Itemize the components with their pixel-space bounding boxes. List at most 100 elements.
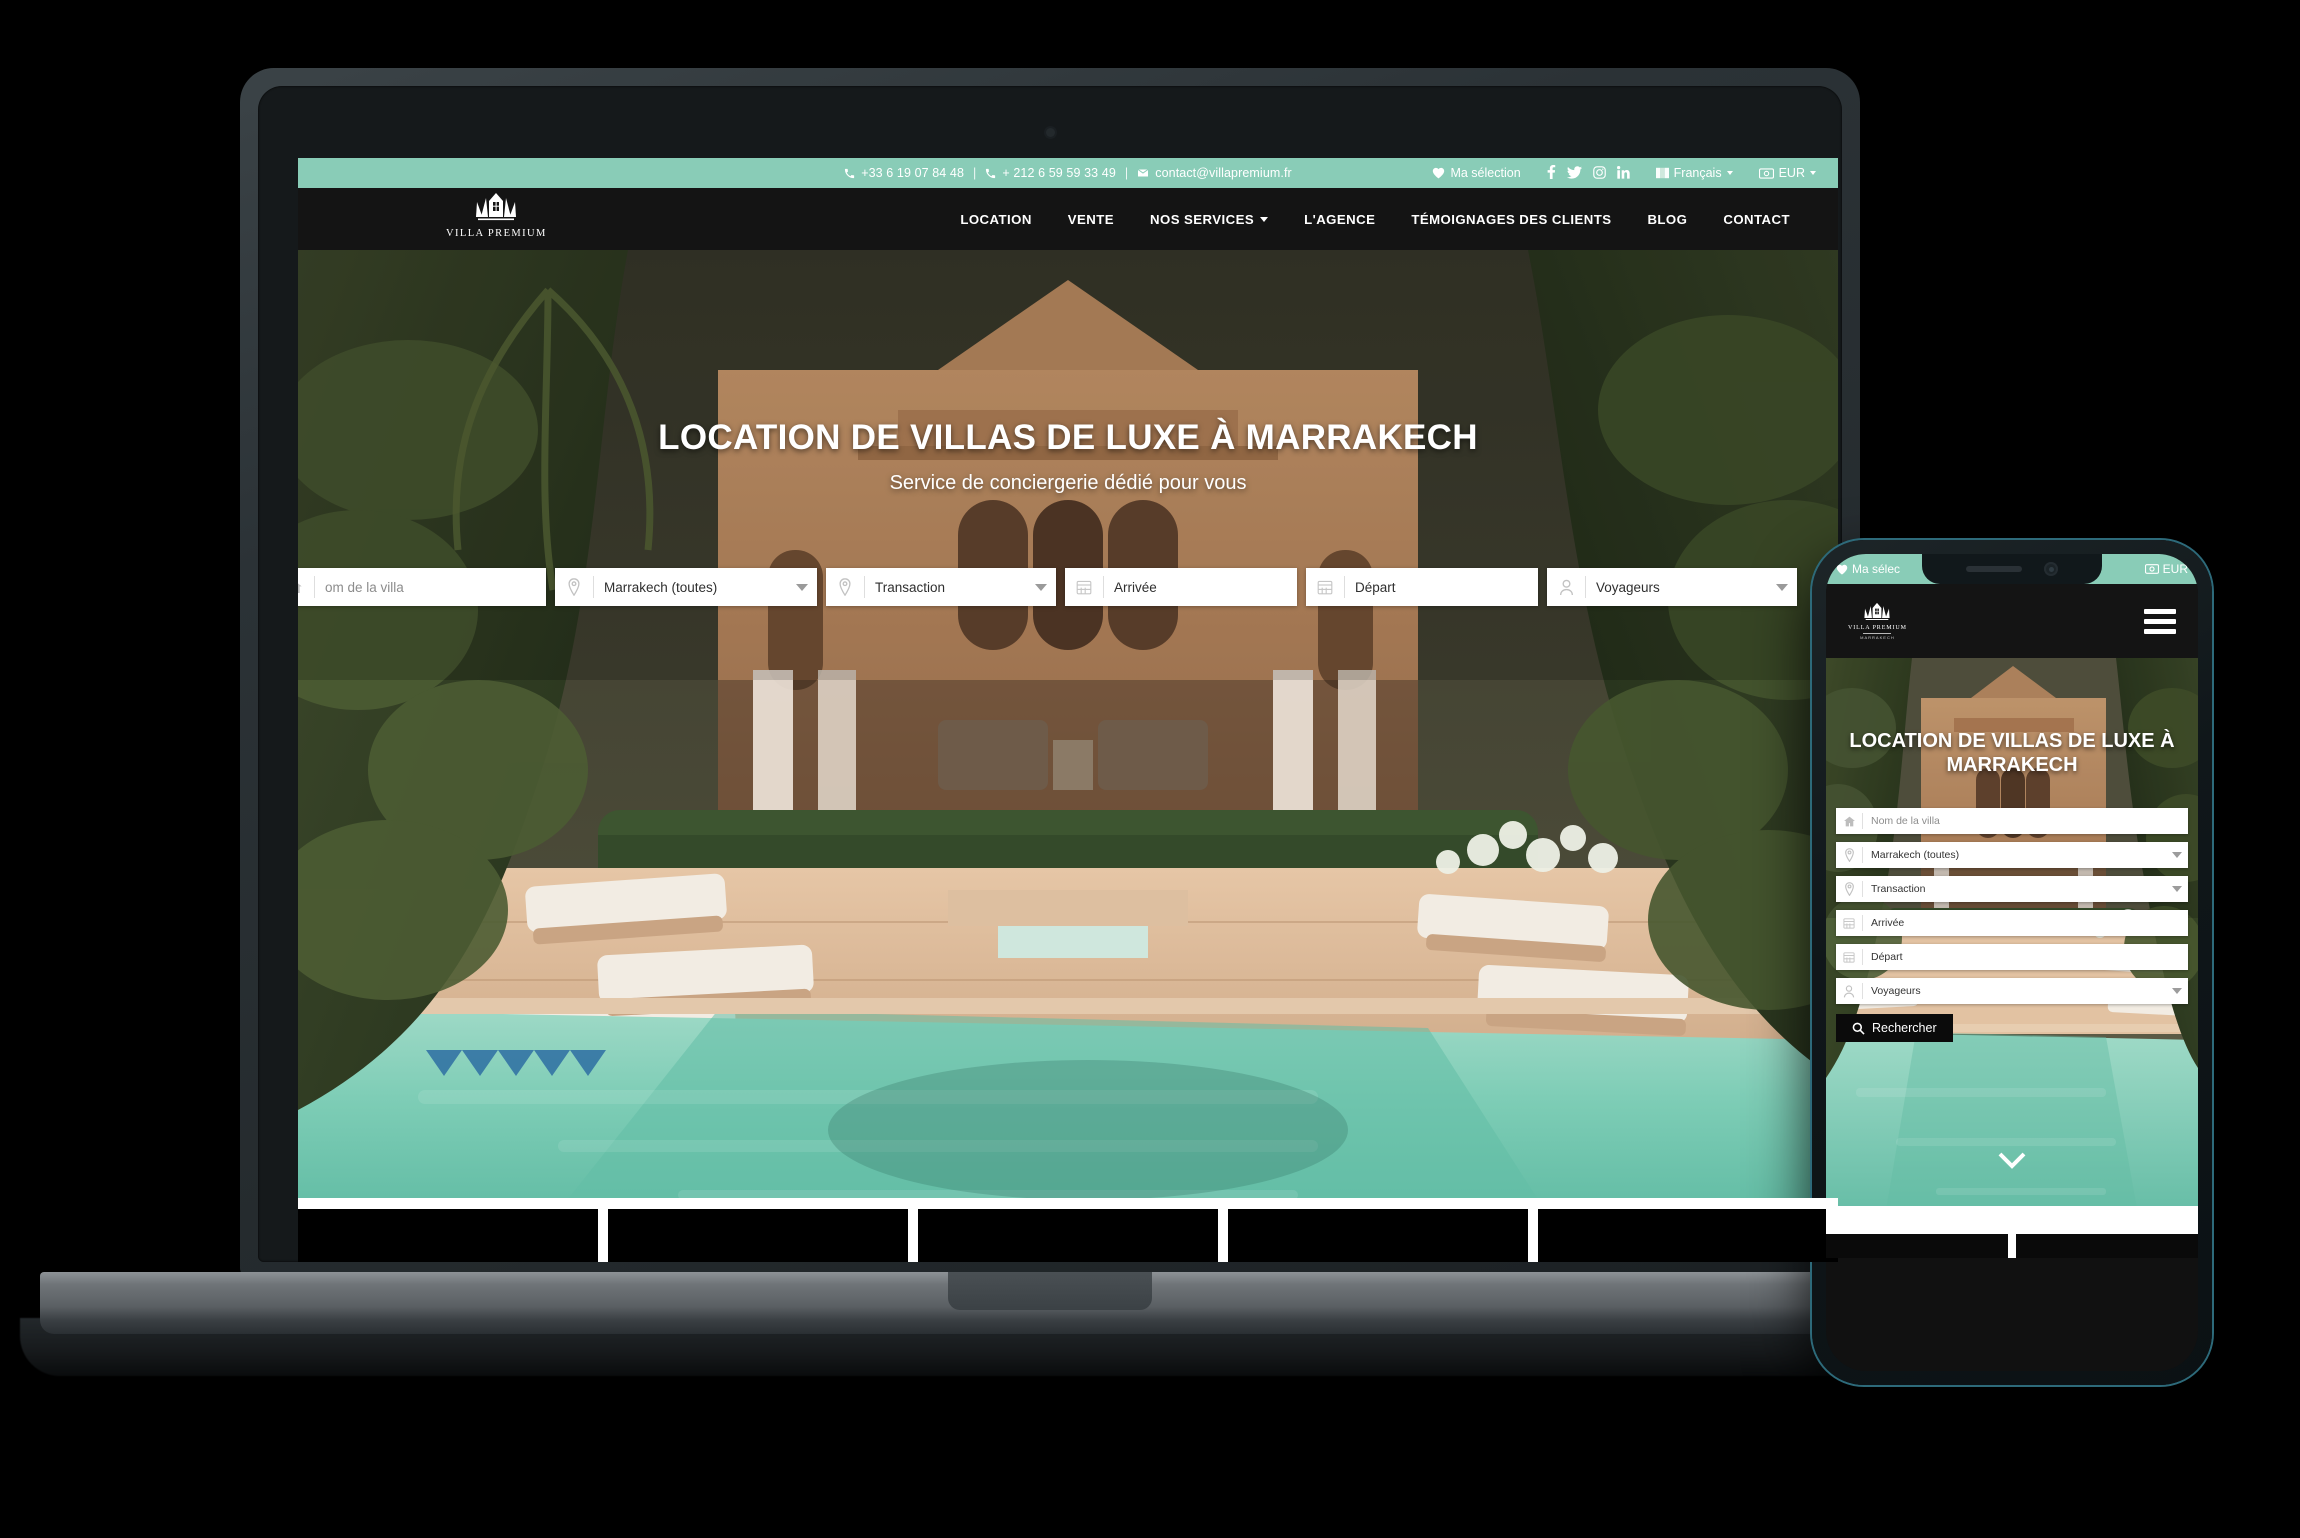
contact-email[interactable]: contact@villapremium.fr: [1155, 166, 1292, 180]
mobile-currency-selector[interactable]: EUR: [2144, 562, 2188, 576]
twitter-icon[interactable]: [1566, 165, 1582, 181]
mobile-search-field-villa-name[interactable]: Nom de la villa: [1836, 808, 2188, 834]
chevron-down-icon-city[interactable]: [787, 583, 817, 591]
mobile-city-select-value[interactable]: Marrakech (toutes): [1863, 849, 2166, 861]
chevron-down-icon-mobile-travellers[interactable]: [2166, 988, 2188, 994]
currency-selector[interactable]: EUR: [1758, 166, 1816, 180]
instagram-icon[interactable]: [1592, 165, 1606, 181]
search-field-transaction[interactable]: Transaction: [826, 568, 1056, 606]
mobile-arrival-date-input[interactable]: Arrivée: [1863, 917, 2188, 929]
facebook-icon[interactable]: [1547, 165, 1556, 181]
crown-villa-logo-icon-mobile: [1864, 603, 1891, 621]
nav-item-blog[interactable]: BLOG: [1647, 212, 1687, 227]
home-icon: [298, 579, 314, 595]
departure-date-input[interactable]: Départ: [1345, 580, 1538, 595]
nav-item-location[interactable]: LOCATION: [960, 212, 1031, 227]
chevron-down-icon-mobile-transaction[interactable]: [2166, 886, 2188, 892]
mobile-site-logo[interactable]: VILLA PREMIUM MARRAKECH: [1848, 602, 1907, 640]
laptop-lid: +33 6 19 07 84 48 | + 212 6 59 59 33 49 …: [240, 68, 1860, 1278]
linkedin-icon[interactable]: [1616, 165, 1630, 181]
calendar-icon-mobile-arrival: [1836, 917, 1862, 929]
mobile-villa-name-input[interactable]: Nom de la villa: [1863, 815, 2188, 827]
laptop-hinge-notch: [948, 1272, 1152, 1310]
search-field-villa-name[interactable]: om de la villa: [298, 568, 546, 606]
site-logo[interactable]: VILLA PREMIUM: [446, 192, 547, 239]
search-field-travellers[interactable]: Voyageurs: [1547, 568, 1797, 606]
envelope-icon: [1137, 169, 1149, 177]
calendar-icon-mobile-departure: [1836, 951, 1862, 963]
hamburger-menu-icon[interactable]: [2144, 608, 2176, 634]
nav-item-nos-services[interactable]: NOS SERVICES: [1150, 212, 1269, 227]
mobile-search-field-city[interactable]: Marrakech (toutes): [1836, 842, 2188, 868]
mobile-logo-rule: [1863, 632, 1892, 634]
mobile-transaction-select-value[interactable]: Transaction: [1863, 883, 2166, 895]
screenshot-stage: +33 6 19 07 84 48 | + 212 6 59 59 33 49 …: [0, 0, 2300, 1538]
search-icon: [1852, 1022, 1865, 1035]
mobile-logo-subtitle: MARRAKECH: [1860, 634, 1895, 640]
mobile-search-field-transaction[interactable]: Transaction: [1836, 876, 2188, 902]
search-bar: om de la villa Marrakech (toutes) Transa…: [298, 568, 1838, 606]
map-pin-icon: [555, 578, 593, 596]
mobile-search-field-departure[interactable]: Départ: [1836, 944, 2188, 970]
chevron-down-icon-transaction[interactable]: [1026, 583, 1056, 591]
nav-item-lagence[interactable]: L'AGENCE: [1304, 212, 1375, 227]
featured-card[interactable]: [1538, 1206, 1838, 1262]
hero-title: LOCATION DE VILLAS DE LUXE À MARRAKECH: [658, 418, 1478, 457]
chevron-down-icon-mobile-city[interactable]: [2166, 852, 2188, 858]
nav-item-contact[interactable]: CONTACT: [1723, 212, 1790, 227]
language-label: Français: [1673, 166, 1722, 180]
nav-item-temoignages[interactable]: TÉMOIGNAGES DES CLIENTS: [1411, 212, 1611, 227]
search-field-arrival[interactable]: Arrivée: [1065, 568, 1297, 606]
mobile-search-field-arrival[interactable]: Arrivée: [1836, 910, 2188, 936]
featured-card[interactable]: [608, 1206, 908, 1262]
chevron-down-icon-scroll[interactable]: [1992, 1140, 2032, 1180]
chevron-down-icon-travellers[interactable]: [1767, 583, 1797, 591]
my-selection-link[interactable]: Ma sélection: [1432, 166, 1521, 180]
search-field-departure[interactable]: Départ: [1306, 568, 1538, 606]
phone-screen: Ma sélec EUR VILLA PREMIUM MARRAKECH LOC…: [1826, 554, 2198, 1371]
nav-label: L'AGENCE: [1304, 211, 1376, 227]
mobile-my-selection-link[interactable]: Ma sélec: [1836, 562, 1900, 576]
city-select-value[interactable]: Marrakech (toutes): [594, 580, 787, 595]
calendar-icon-departure: [1306, 579, 1344, 595]
transaction-select-value[interactable]: Transaction: [865, 580, 1026, 595]
nav-item-vente[interactable]: VENTE: [1068, 212, 1114, 227]
my-selection-label: Ma sélection: [1450, 166, 1521, 180]
phone-device-mockup: Ma sélec EUR VILLA PREMIUM MARRAKECH LOC…: [1812, 540, 2212, 1385]
mobile-hero-section: LOCATION DE VILLAS DE LUXE À MARRAKECH N…: [1826, 658, 2198, 1258]
main-navigation-bar: VILLA PREMIUM LOCATION VENTE NOS SERVICE…: [298, 188, 1838, 250]
phone-number-2[interactable]: + 212 6 59 59 33 49: [1002, 166, 1115, 180]
hero-villa-pool-photo: [298, 250, 1838, 1262]
mobile-search-field-travellers[interactable]: Voyageurs: [1836, 978, 2188, 1004]
mobile-departure-date-input[interactable]: Départ: [1863, 951, 2188, 963]
hero-subtitle: Service de conciergerie dédié pour vous: [889, 472, 1247, 494]
mobile-search-form: Nom de la villa Marrakech (toutes) Trans…: [1836, 808, 2188, 1042]
separator-2: |: [1124, 166, 1129, 180]
arrival-date-input[interactable]: Arrivée: [1104, 580, 1297, 595]
phone-icon-2: [986, 168, 996, 178]
laptop-screen: +33 6 19 07 84 48 | + 212 6 59 59 33 49 …: [298, 158, 1838, 1262]
chevron-down-icon: [1726, 171, 1733, 175]
phone-number-1[interactable]: +33 6 19 07 84 48: [861, 166, 964, 180]
crown-villa-logo-icon: [476, 193, 517, 221]
mobile-featured-card[interactable]: [2016, 1234, 2198, 1258]
featured-card[interactable]: [298, 1206, 598, 1262]
flag-icon: [1655, 167, 1669, 179]
currency-label: EUR: [1778, 166, 1805, 180]
mobile-search-button[interactable]: Rechercher: [1836, 1014, 1953, 1042]
nav-label: VENTE: [1067, 211, 1115, 227]
nav-label: CONTACT: [1723, 211, 1790, 227]
social-links-group: [1547, 165, 1630, 181]
mobile-my-selection-label: Ma sélec: [1852, 562, 1901, 576]
map-pin-icon-mobile-transaction: [1836, 882, 1862, 896]
villa-name-input[interactable]: om de la villa: [315, 580, 546, 595]
language-selector[interactable]: Français: [1655, 166, 1733, 180]
mobile-travellers-select-value[interactable]: Voyageurs: [1863, 985, 2166, 997]
travellers-select-value[interactable]: Voyageurs: [1586, 580, 1767, 595]
phone-notch: [1922, 554, 2102, 584]
featured-card[interactable]: [918, 1206, 1218, 1262]
mobile-featured-card[interactable]: [1826, 1234, 2008, 1258]
phone-speaker-icon: [1966, 566, 2022, 572]
search-field-city[interactable]: Marrakech (toutes): [555, 568, 817, 606]
featured-card[interactable]: [1228, 1206, 1528, 1262]
